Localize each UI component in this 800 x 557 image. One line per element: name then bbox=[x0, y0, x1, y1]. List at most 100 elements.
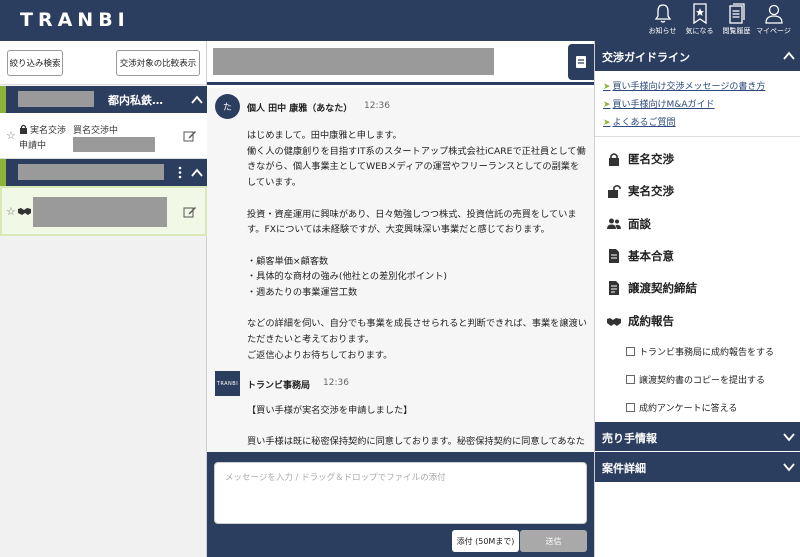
nav-mypage[interactable]: マイページ bbox=[755, 3, 792, 36]
nav-notifications-label: お知らせ bbox=[648, 27, 677, 35]
task-label: 譲渡契約書のコピーを提出する bbox=[639, 376, 766, 386]
link-text: 買い手様向けM&Aガイド bbox=[612, 100, 715, 110]
guide-link-message-writing[interactable]: ➤ 買い手様向け交渉メッセージの書き方 bbox=[603, 79, 765, 97]
task-label: 成約アンケートに答える bbox=[639, 404, 738, 414]
nav-history[interactable]: 閲覧履歴 bbox=[718, 3, 755, 36]
step-transfer-contract: 譲渡契約締結 bbox=[607, 279, 697, 297]
top-nav: お知らせ 気になる 閲覧履歴 マイページ bbox=[644, 3, 792, 36]
message-paragraph: 買い手様は既に秘密保持契約に同意しております。秘密保持契約に同意してあなたの情報… bbox=[247, 436, 585, 448]
redacted-deal-name bbox=[18, 91, 94, 107]
message-paragraph: 投資・資産運用に興味があり、日々勉強しつつ株式、投資信託の売買をしています。FX… bbox=[247, 208, 577, 236]
link-text: 買い手様向け交渉メッセージの書き方 bbox=[612, 82, 766, 92]
star-icon[interactable]: ☆ bbox=[6, 205, 16, 218]
tranbi-logo[interactable]: TRANBI bbox=[20, 9, 130, 31]
top-header: TRANBI お知らせ 気になる 閲覧履歴 マイページ bbox=[0, 0, 800, 41]
redacted-deal-name-2 bbox=[18, 164, 164, 180]
deal-detail-title: 案件詳細 bbox=[602, 462, 646, 475]
lock-icon bbox=[609, 153, 619, 166]
deal-list-item-selected[interactable]: ☆ bbox=[0, 186, 207, 236]
message-paragraph: はじめまして。田中康雅と申します。 働く人の健康創りを目指すIT系のスタートアッ… bbox=[247, 130, 586, 189]
message-time: 12:36 bbox=[364, 101, 390, 111]
deal-list-item[interactable]: ☆ 実名交渉 申請中 買名交渉中 bbox=[0, 113, 207, 159]
guideline-title: 交渉ガイドライン bbox=[602, 51, 690, 64]
step-closing-report: 成約報告 bbox=[607, 312, 674, 330]
divider bbox=[595, 136, 800, 137]
chat-panel: た 個人 田中 康雅（あなた） 12:36 はじめまして。田中康雅と申します。 … bbox=[207, 41, 594, 557]
step-real-name-negotiation: 実名交渉 bbox=[607, 182, 674, 200]
history-document-icon bbox=[728, 3, 745, 24]
document-icon bbox=[609, 249, 619, 263]
chevron-up-icon[interactable] bbox=[189, 165, 205, 181]
step-label: 基本合意 bbox=[628, 249, 674, 263]
redacted-company-name bbox=[73, 137, 155, 152]
step-label: 面談 bbox=[628, 217, 651, 231]
send-button[interactable]: 送信 bbox=[520, 530, 587, 552]
message-paragraph: 【買い手様が実名交渉を申請しました】 bbox=[247, 405, 413, 416]
message-paragraph: などの詳細を伺い、自分でも事業を成長させられると判断できれば、事業を譲渡いただき… bbox=[247, 318, 587, 361]
negotiation-sidebar: 絞り込み検索 交渉対象の比較表示 都内私鉄… ☆ 実名交渉 申請中 買名交渉中 … bbox=[0, 41, 207, 557]
star-icon[interactable]: ☆ bbox=[6, 129, 16, 142]
task-closing-survey[interactable]: 成約アンケートに答える bbox=[626, 401, 737, 414]
tranbi-avatar: TRANBI bbox=[215, 371, 240, 396]
step-label: 譲渡契約締結 bbox=[628, 281, 697, 295]
user-avatar: た bbox=[215, 94, 240, 119]
checkbox[interactable] bbox=[626, 403, 635, 412]
guide-link-faq[interactable]: ➤ よくあるご質問 bbox=[603, 115, 765, 133]
message-paragraph: ・顧客単価×顧客数 ・具体的な商材の強み(他社との差別化ポイント) ・週あたりの… bbox=[247, 255, 448, 298]
edit-icon[interactable] bbox=[183, 205, 197, 219]
guideline-links: ➤ 買い手様向け交渉メッセージの書き方 ➤ 買い手様向けM&Aガイド ➤ よくあるご質… bbox=[603, 79, 765, 133]
step-interview: 面談 bbox=[607, 215, 651, 233]
status-line-2: 申請中 bbox=[19, 141, 47, 151]
handshake-icon bbox=[18, 208, 31, 215]
deal-group-title: 都内私鉄… bbox=[108, 94, 163, 107]
handshake-icon bbox=[607, 318, 621, 326]
guideline-panel: 交渉ガイドライン ➤ 買い手様向け交渉メッセージの書き方 ➤ 買い手様向けM&Aガイ… bbox=[594, 41, 800, 557]
chevron-down-icon[interactable] bbox=[781, 459, 797, 475]
checkbox[interactable] bbox=[626, 375, 635, 384]
deal-group-header-2[interactable] bbox=[0, 159, 207, 186]
memo-button[interactable] bbox=[568, 44, 594, 80]
arrow-right-icon: ➤ bbox=[603, 100, 611, 110]
compare-view-button[interactable]: 交渉対象の比較表示 bbox=[116, 50, 200, 76]
task-report-closing[interactable]: トランビ事務局に成約報告をする bbox=[626, 345, 774, 358]
chevron-up-icon[interactable] bbox=[189, 92, 205, 108]
redacted-chat-title bbox=[213, 48, 494, 75]
checkbox[interactable] bbox=[626, 347, 635, 356]
deal-detail-header[interactable]: 案件詳細 bbox=[595, 452, 800, 482]
bookmark-star-icon bbox=[692, 3, 707, 25]
guide-link-ma-guide[interactable]: ➤ 買い手様向けM&Aガイド bbox=[603, 97, 765, 115]
task-submit-contract-copy[interactable]: 譲渡契約書のコピーを提出する bbox=[626, 373, 765, 386]
attach-file-button[interactable]: 添付 (50Mまで) bbox=[452, 530, 519, 552]
edit-icon[interactable] bbox=[183, 129, 197, 143]
sidebar-toolbar: 絞り込み検索 交渉対象の比較表示 bbox=[0, 41, 206, 85]
arrow-right-icon: ➤ bbox=[603, 82, 611, 92]
more-vertical-icon[interactable] bbox=[178, 166, 182, 179]
people-icon bbox=[607, 218, 621, 229]
redacted-deal-detail bbox=[33, 197, 167, 227]
nav-notifications[interactable]: お知らせ bbox=[644, 3, 681, 36]
chevron-up-icon[interactable] bbox=[781, 48, 797, 64]
message-body: 【買い手様が実名交渉を申請しました】 買い手様は既に秘密保持契約に同意しておりま… bbox=[247, 403, 587, 452]
task-label: トランビ事務局に成約報告をする bbox=[639, 348, 775, 358]
filter-search-button[interactable]: 絞り込み検索 bbox=[7, 50, 63, 76]
status-line-1: 実名交渉 bbox=[30, 126, 67, 136]
message-list: た 個人 田中 康雅（あなた） 12:36 はじめまして。田中康雅と申します。 … bbox=[207, 88, 594, 452]
chevron-down-icon[interactable] bbox=[781, 429, 797, 445]
message-input[interactable] bbox=[214, 462, 587, 524]
message-body: はじめまして。田中康雅と申します。 働く人の健康創りを目指すIT系のスタートアッ… bbox=[247, 128, 587, 364]
contract-icon bbox=[609, 281, 619, 295]
user-icon bbox=[764, 4, 783, 24]
bell-icon bbox=[654, 4, 671, 23]
link-text: よくあるご質問 bbox=[612, 118, 676, 128]
deal-group-header[interactable]: 都内私鉄… bbox=[0, 86, 207, 113]
seller-info-header[interactable]: 売り手情報 bbox=[595, 422, 800, 451]
nav-favorites-label: 気になる bbox=[685, 27, 714, 35]
arrow-right-icon: ➤ bbox=[603, 118, 611, 128]
nav-favorites[interactable]: 気になる bbox=[681, 3, 718, 36]
step-basic-agreement: 基本合意 bbox=[607, 247, 674, 265]
guideline-header[interactable]: 交渉ガイドライン bbox=[595, 41, 800, 71]
nav-history-label: 閲覧履歴 bbox=[722, 27, 751, 35]
step-label: 匿名交渉 bbox=[628, 152, 674, 166]
unlock-icon bbox=[608, 184, 621, 198]
nav-mypage-label: マイページ bbox=[756, 27, 791, 35]
